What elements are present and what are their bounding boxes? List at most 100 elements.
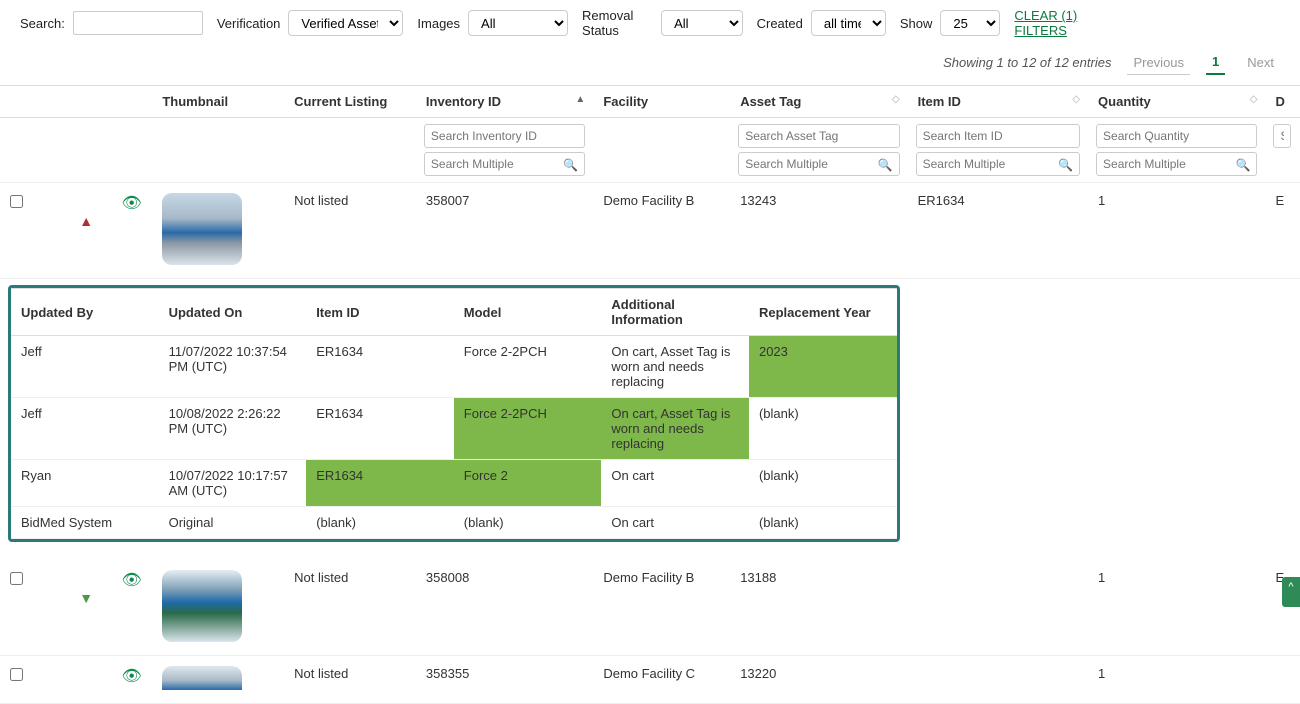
row-checkbox[interactable] [10,668,23,681]
search-quantity-input[interactable] [1096,124,1257,148]
verification-label: Verification [217,16,281,31]
search-icon: 🔍 [878,158,893,172]
cell-listing: Not listed [284,656,416,704]
verification-group: Verification Verified Assets [217,10,404,36]
thumbnail-image[interactable] [162,666,242,690]
col-expand [61,86,112,118]
history-cell-additional: On cart, Asset Tag is worn and needs rep… [601,398,749,460]
placeholder-text: Search Multiple [923,157,1006,171]
search-group: Search: [20,11,203,35]
col-thumbnail[interactable]: Thumbnail [152,86,284,118]
nested-col-updated-by: Updated By [11,289,159,336]
search-asset-tag-multiple[interactable]: Search Multiple🔍 [738,152,899,176]
search-input[interactable] [73,11,203,35]
history-row: Jeff10/08/2022 2:26:22 PM (UTC)ER1634For… [11,398,897,460]
created-select[interactable]: all time [811,10,886,36]
cell-listing: Not listed [284,560,416,656]
nested-col-replacement-year: Replacement Year [749,289,897,336]
removal-group: Removal Status All [582,8,743,38]
col-inventory-id[interactable]: Inventory ID ▲ [416,86,593,118]
history-cell-item-id: (blank) [306,507,454,539]
table-row: ▼ 👁 Not listed 358008 Demo Facility B 13… [0,560,1300,656]
history-cell-updated-on: 11/07/2022 10:37:54 PM (UTC) [159,336,307,398]
pager-next[interactable]: Next [1241,51,1280,74]
col-inventory-id-label: Inventory ID [426,94,501,109]
nested-col-updated-on: Updated On [159,289,307,336]
thumbnail-image[interactable] [162,570,242,642]
pager-page-1[interactable]: 1 [1206,50,1225,75]
cell-facility: Demo Facility B [593,183,730,279]
table-row: ▲ 👁 Not listed 358007 Demo Facility B 13… [0,183,1300,279]
col-asset-tag[interactable]: Asset Tag◇ [730,86,907,118]
history-cell-updated-on: Original [159,507,307,539]
search-inventory-id-multiple[interactable]: Search Multiple🔍 [424,152,585,176]
col-current-listing[interactable]: Current Listing [284,86,416,118]
pager-previous[interactable]: Previous [1127,51,1190,75]
cell-item-id: ER1634 [908,183,1088,279]
eye-icon[interactable]: 👁 [122,195,142,212]
cell-overflow [1265,656,1300,704]
col-quantity-label: Quantity [1098,94,1151,109]
col-facility[interactable]: Facility [593,86,730,118]
history-table: Updated By Updated On Item ID Model Addi… [11,288,897,539]
history-cell-model: Force 2-2PCH [454,398,602,460]
sort-icon: ◇ [1072,94,1080,105]
clear-filters-link[interactable]: CLEAR (1) FILTERS [1014,8,1110,38]
cell-overflow: E [1265,183,1300,279]
cell-inventory-id: 358008 [416,560,593,656]
cell-quantity: 1 [1088,183,1265,279]
nested-col-additional: Additional Information [601,289,749,336]
filter-bar: Search: Verification Verified Assets Ima… [0,0,1300,44]
nested-col-model: Model [454,289,602,336]
search-item-id-multiple[interactable]: Search Multiple 🔍 [916,152,1080,176]
row-checkbox[interactable] [10,195,23,208]
history-cell-replacement-year: (blank) [749,398,897,460]
removal-select[interactable]: All [661,10,743,36]
search-icon: 🔍 [1236,158,1251,172]
cell-asset-tag: 13220 [730,656,907,704]
collapse-icon[interactable]: ▲ [71,213,102,229]
row-checkbox[interactable] [10,572,23,585]
col-item-id-label: Item ID [918,94,961,109]
thumbnail-image[interactable] [162,193,242,265]
sort-asc-icon: ▲ [575,94,585,105]
search-inventory-id-input[interactable] [424,124,585,148]
inventory-table: Thumbnail Current Listing Inventory ID ▲ … [0,85,1300,704]
scroll-top-button[interactable]: ^ [1282,577,1300,607]
show-select[interactable]: 25 [940,10,1000,36]
history-cell-replacement-year: (blank) [749,507,897,539]
cell-quantity: 1 [1088,560,1265,656]
search-item-id-input[interactable] [916,124,1080,148]
cell-facility: Demo Facility B [593,560,730,656]
search-quantity-multiple[interactable]: Search Multiple🔍 [1096,152,1257,176]
search-icon: 🔍 [1058,158,1073,172]
show-group: Show 25 [900,10,1001,36]
images-select[interactable]: All [468,10,568,36]
col-item-id[interactable]: Item ID ◇ [908,86,1088,118]
cell-overflow: E [1265,560,1300,656]
col-quantity[interactable]: Quantity◇ [1088,86,1265,118]
history-row: Jeff11/07/2022 10:37:54 PM (UTC)ER1634Fo… [11,336,897,398]
search-label: Search: [20,16,65,31]
eye-icon[interactable]: 👁 [122,668,142,685]
history-cell-updated-on: 10/07/2022 10:17:57 AM (UTC) [159,460,307,507]
expand-icon[interactable]: ▼ [71,590,102,606]
show-label: Show [900,16,933,31]
history-cell-replacement-year: 2023 [749,336,897,398]
history-cell-additional: On cart, Asset Tag is worn and needs rep… [601,336,749,398]
history-cell-additional: On cart [601,460,749,507]
cell-item-id [908,656,1088,704]
cell-quantity: 1 [1088,656,1265,704]
search-asset-tag-input[interactable] [738,124,899,148]
search-overflow-input[interactable] [1273,124,1291,148]
images-label: Images [417,16,460,31]
pager-row: Showing 1 to 12 of 12 entries Previous 1… [0,44,1300,85]
cell-item-id [908,560,1088,656]
created-group: Created all time [757,10,886,36]
eye-icon[interactable]: 👁 [122,572,142,589]
nested-col-item-id: Item ID [306,289,454,336]
col-checkbox [0,86,61,118]
history-cell-updated-by: BidMed System [11,507,159,539]
history-row: Ryan10/07/2022 10:17:57 AM (UTC)ER1634Fo… [11,460,897,507]
verification-select[interactable]: Verified Assets [288,10,403,36]
